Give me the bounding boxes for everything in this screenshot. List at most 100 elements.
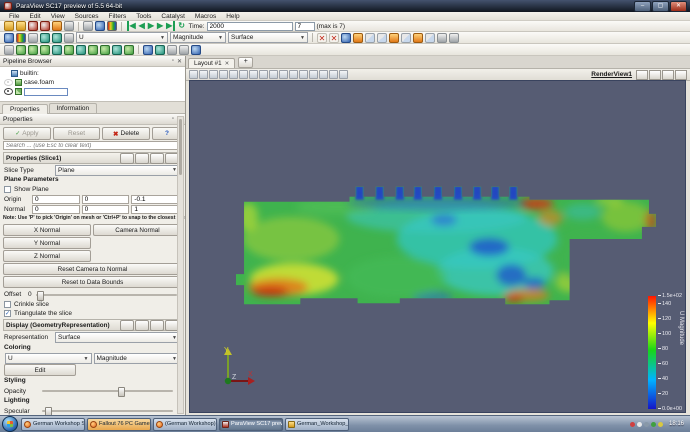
tray-network-icon[interactable] (644, 422, 649, 427)
select-frustum-points-icon[interactable] (279, 70, 288, 79)
interactive-select-points-icon[interactable] (329, 70, 338, 79)
load-state-icon[interactable] (40, 21, 50, 31)
offset-slider-knob[interactable] (37, 291, 44, 301)
tab-information[interactable]: Information (49, 103, 98, 113)
visibility-eye-icon[interactable] (4, 79, 13, 86)
rotate-90-ccw-icon[interactable] (449, 33, 459, 43)
rescale-to-data-icon[interactable] (28, 33, 38, 43)
tab-properties[interactable]: Properties (2, 104, 48, 114)
representation-select[interactable]: Surface ▼ (55, 332, 180, 343)
tray-power-icon[interactable] (658, 422, 663, 427)
view-maximize-icon[interactable] (662, 70, 674, 80)
view-plus-y-icon[interactable] (389, 33, 399, 43)
pipeline-item-slice-renaming[interactable] (2, 87, 183, 96)
origin-z-input[interactable] (131, 195, 179, 204)
view-undo-camera-icon[interactable] (636, 70, 648, 80)
toggle-color-legend-icon[interactable] (4, 33, 14, 43)
close-button[interactable]: ✕ (670, 1, 687, 12)
select-polygon-points-icon[interactable] (299, 70, 308, 79)
taskbar-button-paraview[interactable]: ParaView SC17 previ... (219, 418, 283, 431)
extract-subset-filter-icon[interactable] (64, 45, 74, 55)
pipeline-rename-input[interactable] (24, 88, 68, 96)
menu-tools[interactable]: Tools (131, 13, 156, 20)
threshold-filter-icon[interactable] (52, 45, 62, 55)
paste-display-icon[interactable] (135, 320, 149, 331)
scrollbar-thumb[interactable] (179, 119, 182, 175)
copy-properties-icon[interactable] (120, 153, 134, 164)
view-plus-z-icon[interactable] (413, 33, 423, 43)
extract-level-filter-icon[interactable] (124, 45, 134, 55)
link-camera-icon[interactable] (219, 70, 228, 79)
coloring-component-combo[interactable]: Magnitude ▼ (94, 353, 181, 364)
interactive-select-icon[interactable] (191, 45, 201, 55)
reset-defaults-icon[interactable] (150, 153, 164, 164)
last-frame-icon[interactable]: ▶ (166, 21, 175, 31)
taskbar-button-folder[interactable]: German_Workshop_... (285, 418, 349, 431)
specular-slider[interactable] (42, 410, 173, 412)
z-normal-button[interactable]: Z Normal (3, 250, 91, 262)
select-polygon-cells-icon[interactable] (289, 70, 298, 79)
rescale-custom-icon[interactable] (40, 33, 50, 43)
rescale-visible-icon[interactable] (64, 33, 74, 43)
first-frame-icon[interactable]: ◀ (127, 21, 136, 31)
save-data-icon[interactable] (16, 21, 26, 31)
loop-icon[interactable]: ↻ (178, 21, 185, 31)
edit-color-map-icon[interactable] (16, 33, 26, 43)
warp-filter-icon[interactable] (100, 45, 110, 55)
redo-icon[interactable] (64, 21, 74, 31)
slice-filter-icon[interactable] (40, 45, 50, 55)
opacity-slider[interactable] (42, 390, 173, 392)
tray-update-icon[interactable] (651, 422, 656, 427)
select-points-on-icon[interactable] (155, 45, 165, 55)
x-normal-button[interactable]: X Normal (3, 224, 91, 236)
properties-scrollbar[interactable] (177, 116, 184, 414)
apply-button[interactable]: ✓ Apply (3, 127, 51, 140)
opacity-slider-knob[interactable] (118, 387, 125, 397)
select-cells-through-icon[interactable] (167, 45, 177, 55)
menu-sources[interactable]: Sources (70, 13, 104, 20)
toggle-center-icon[interactable] (239, 70, 248, 79)
capture-screenshot-icon[interactable] (95, 21, 105, 31)
view-minus-z-icon[interactable] (425, 33, 435, 43)
normal-y-input[interactable] (82, 205, 130, 214)
delete-button[interactable]: ✖ Delete (102, 127, 150, 140)
start-button[interactable] (2, 416, 18, 432)
menu-help[interactable]: Help (221, 13, 244, 20)
menu-view[interactable]: View (46, 13, 70, 20)
camera-normal-button[interactable]: Camera Normal (93, 224, 182, 236)
origin-x-input[interactable] (32, 195, 80, 204)
maximize-button[interactable]: ▢ (652, 1, 669, 12)
crinkle-slice-checkbox[interactable] (4, 301, 11, 308)
render-viewport[interactable]: Y X Z 1.5e+02 140 120 100 80 60 40 20 0.… (189, 80, 686, 413)
origin-y-input[interactable] (82, 195, 130, 204)
triangulate-checkbox[interactable]: ✓ (4, 310, 11, 317)
menu-catalyst[interactable]: Catalyst (156, 13, 189, 20)
view-minus-x-icon[interactable] (377, 33, 387, 43)
hover-points-icon[interactable] (339, 70, 348, 79)
interactive-select-cells-icon[interactable] (319, 70, 328, 79)
tab-close-icon[interactable]: ✕ (225, 61, 230, 67)
group-datasets-filter-icon[interactable] (112, 45, 122, 55)
select-surface-cells-icon[interactable] (249, 70, 258, 79)
rotate-90-cw-icon[interactable] (437, 33, 447, 43)
tab-layout1[interactable]: Layout #1 ✕ (188, 58, 235, 68)
zoom-to-box-icon[interactable] (341, 33, 351, 43)
zoom-to-data-icon[interactable]: ✕ (329, 33, 339, 43)
color-legend[interactable]: 1.5e+02 140 120 100 80 60 40 20 0.0e+00 … (648, 293, 686, 413)
tray-volume-icon[interactable] (637, 422, 642, 427)
view-close-icon[interactable] (675, 70, 687, 80)
split-vertical-icon[interactable] (199, 70, 208, 79)
previous-frame-icon[interactable]: ◀ (139, 21, 145, 31)
paste-properties-icon[interactable] (135, 153, 149, 164)
select-points-through-icon[interactable] (179, 45, 189, 55)
tray-alert-icon[interactable] (630, 422, 635, 427)
frame-spinner[interactable] (295, 22, 315, 31)
clip-filter-icon[interactable] (28, 45, 38, 55)
taskbar-button-firefox-3[interactable]: (German Workshop) ... (153, 418, 217, 431)
toggle-axes-icon[interactable] (229, 70, 238, 79)
play-icon[interactable]: ▶ (148, 21, 154, 31)
taskbar-button-firefox-1[interactable]: German Workshop S... (21, 418, 85, 431)
reset-display-icon[interactable] (150, 320, 164, 331)
reset-camera-icon[interactable]: ✕ (317, 33, 327, 43)
taskbar-button-firefox-2[interactable]: Fallout 76 PC Gamep... (87, 418, 151, 431)
